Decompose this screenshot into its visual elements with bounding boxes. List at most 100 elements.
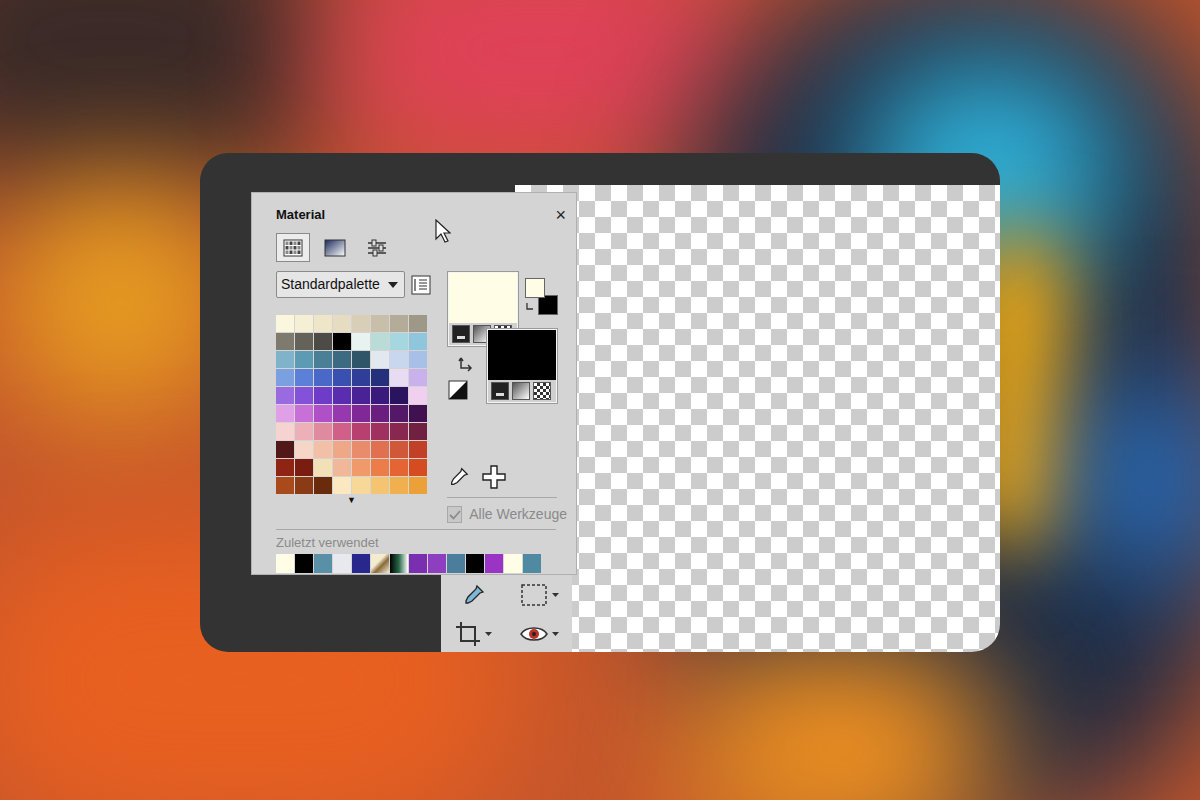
eyedropper-icon[interactable]: [448, 466, 470, 488]
palette-swatch[interactable]: [371, 369, 389, 386]
palette-swatch[interactable]: [276, 441, 294, 458]
palette-swatch[interactable]: [333, 333, 351, 350]
palette-swatch[interactable]: [390, 315, 408, 332]
palette-swatch[interactable]: [295, 351, 313, 368]
palette-swatch[interactable]: [333, 423, 351, 440]
palette-swatch[interactable]: [333, 441, 351, 458]
recent-swatch[interactable]: [314, 554, 332, 573]
palette-swatch[interactable]: [390, 423, 408, 440]
palette-swatch[interactable]: [409, 441, 427, 458]
close-button[interactable]: ×: [553, 206, 568, 224]
palette-swatch[interactable]: [295, 441, 313, 458]
palette-swatch[interactable]: [371, 315, 389, 332]
palette-swatch[interactable]: [314, 459, 332, 476]
palette-swatch[interactable]: [276, 387, 294, 404]
palette-swatch[interactable]: [333, 387, 351, 404]
palette-swatch[interactable]: [314, 333, 332, 350]
palette-swatch[interactable]: [295, 405, 313, 422]
palette-swatch[interactable]: [295, 423, 313, 440]
palette-swatch[interactable]: [352, 351, 370, 368]
palette-swatch[interactable]: [333, 459, 351, 476]
palette-swatch[interactable]: [314, 369, 332, 386]
recent-swatch[interactable]: [447, 554, 465, 573]
palette-swatch[interactable]: [409, 315, 427, 332]
palette-swatch[interactable]: [390, 369, 408, 386]
palette-swatch[interactable]: [390, 351, 408, 368]
palette-swatch[interactable]: [276, 333, 294, 350]
fg-bg-indicator[interactable]: [525, 278, 559, 318]
palette-swatch[interactable]: [390, 441, 408, 458]
palette-swatch[interactable]: [352, 423, 370, 440]
palette-swatch[interactable]: [333, 369, 351, 386]
palette-swatch[interactable]: [352, 477, 370, 494]
palette-swatch[interactable]: [390, 477, 408, 494]
palette-swatch[interactable]: [314, 405, 332, 422]
recent-swatch[interactable]: [466, 554, 484, 573]
palette-swatch[interactable]: [371, 459, 389, 476]
material-tab[interactable]: [276, 233, 310, 262]
palette-swatch[interactable]: [276, 369, 294, 386]
palette-swatch[interactable]: [409, 459, 427, 476]
eyedropper-tool[interactable]: [441, 577, 507, 613]
palette-swatch[interactable]: [371, 333, 389, 350]
palette-swatch[interactable]: [409, 333, 427, 350]
palette-swatch[interactable]: [295, 459, 313, 476]
palette-swatch[interactable]: [276, 351, 294, 368]
palette-swatch[interactable]: [314, 315, 332, 332]
palette-swatch[interactable]: [371, 441, 389, 458]
palette-swatch[interactable]: [276, 423, 294, 440]
palette-swatch[interactable]: [409, 387, 427, 404]
palette-options-button[interactable]: [410, 274, 431, 295]
recent-swatch[interactable]: [409, 554, 427, 573]
palette-scroll[interactable]: ▼: [276, 494, 427, 506]
palette-swatch[interactable]: [352, 405, 370, 422]
material-tab[interactable]: [318, 233, 352, 262]
palette-swatch[interactable]: [314, 351, 332, 368]
palette-swatch[interactable]: [352, 315, 370, 332]
palette-swatch[interactable]: [371, 351, 389, 368]
palette-swatch[interactable]: [314, 387, 332, 404]
selection-tool[interactable]: [507, 577, 573, 613]
canvas[interactable]: [515, 185, 1000, 652]
recent-swatch[interactable]: [390, 554, 408, 573]
recent-swatch[interactable]: [276, 554, 294, 573]
red-eye-tool[interactable]: [507, 616, 573, 652]
gradient-style-button[interactable]: [512, 382, 530, 400]
palette-swatch[interactable]: [295, 333, 313, 350]
palette-swatch[interactable]: [409, 477, 427, 494]
recent-swatch[interactable]: [523, 554, 541, 573]
palette-swatch[interactable]: [352, 441, 370, 458]
all-tools-checkbox[interactable]: Alle Werkzeuge: [447, 504, 567, 525]
recent-swatch[interactable]: [333, 554, 351, 573]
palette-swatch[interactable]: [352, 333, 370, 350]
palette-swatch[interactable]: [314, 423, 332, 440]
default-colors-icon[interactable]: [448, 380, 468, 400]
palette-swatch[interactable]: [352, 387, 370, 404]
crop-tool[interactable]: [441, 616, 507, 652]
color-style-button[interactable]: [452, 325, 470, 343]
palette-swatch[interactable]: [409, 423, 427, 440]
add-icon[interactable]: [482, 465, 506, 489]
palette-swatch[interactable]: [371, 405, 389, 422]
swap-icon[interactable]: [458, 355, 476, 373]
palette-swatch[interactable]: [390, 405, 408, 422]
color-style-button[interactable]: [491, 382, 509, 400]
palette-swatch[interactable]: [295, 315, 313, 332]
palette-swatch[interactable]: [276, 315, 294, 332]
palette-swatch[interactable]: [409, 351, 427, 368]
recent-swatch[interactable]: [352, 554, 370, 573]
palette-swatch[interactable]: [276, 405, 294, 422]
palette-swatch[interactable]: [333, 477, 351, 494]
palette-swatch[interactable]: [371, 387, 389, 404]
palette-swatch[interactable]: [295, 387, 313, 404]
palette-swatch[interactable]: [333, 405, 351, 422]
recent-swatch[interactable]: [485, 554, 503, 573]
material-tab[interactable]: [360, 233, 394, 262]
palette-swatch[interactable]: [333, 351, 351, 368]
recent-swatch[interactable]: [428, 554, 446, 573]
pattern-style-button[interactable]: [533, 382, 551, 400]
palette-swatch[interactable]: [333, 315, 351, 332]
background-material[interactable]: [486, 328, 558, 404]
palette-swatch[interactable]: [390, 333, 408, 350]
palette-swatch[interactable]: [371, 423, 389, 440]
